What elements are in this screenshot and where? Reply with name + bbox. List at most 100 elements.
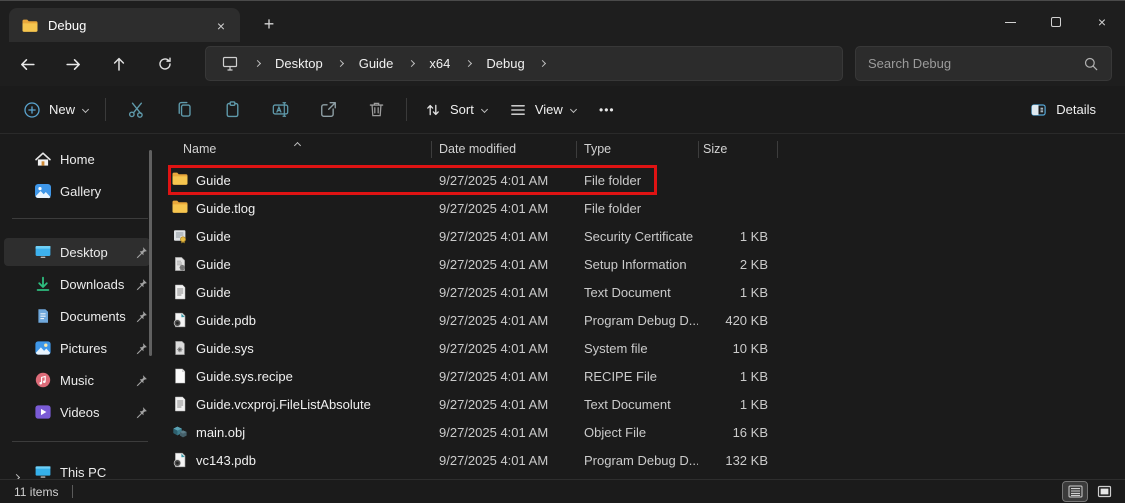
file-row-guide-txt[interactable]: Guide 9/27/2025 4:01 AM Text Document 1 … bbox=[160, 278, 1125, 306]
cut-button[interactable] bbox=[112, 93, 160, 127]
breadcrumb-desktop[interactable]: Desktop bbox=[264, 50, 334, 77]
details-pane-button[interactable]: Details bbox=[1018, 93, 1107, 127]
chevron-right-icon bbox=[253, 59, 261, 68]
sidebar-item-videos[interactable]: Videos bbox=[4, 398, 150, 426]
delete-button[interactable] bbox=[352, 93, 400, 127]
back-icon bbox=[20, 58, 35, 70]
sidebar-item-desktop[interactable]: Desktop bbox=[4, 238, 150, 266]
breadcrumb-debug[interactable]: Debug bbox=[475, 50, 535, 77]
file-date: 9/27/2025 4:01 AM bbox=[439, 312, 549, 328]
large-icons-view-button[interactable] bbox=[1092, 482, 1116, 501]
see-more-button[interactable]: ••• bbox=[587, 93, 627, 127]
file-name: main.obj bbox=[196, 424, 246, 440]
breadcrumb[interactable]: Desktop Guide x64 Debug bbox=[205, 46, 843, 81]
command-bar: New Sort View ••• Details bbox=[0, 86, 1125, 134]
sidebar-item-downloads[interactable]: Downloads bbox=[4, 270, 150, 298]
sidebar-scrollbar[interactable] bbox=[149, 150, 152, 356]
sort-ascending-icon bbox=[293, 137, 302, 151]
file-type: Program Debug D... bbox=[584, 312, 698, 328]
pictures-icon bbox=[34, 340, 52, 356]
chevron-down-icon bbox=[81, 105, 90, 114]
certificate-icon bbox=[172, 228, 188, 244]
close-button[interactable]: × bbox=[1079, 2, 1125, 42]
column-divider[interactable] bbox=[698, 141, 699, 158]
file-type: Text Document bbox=[584, 284, 671, 300]
home-icon bbox=[34, 151, 52, 167]
minimize-button[interactable] bbox=[987, 2, 1033, 42]
sidebar-item-gallery[interactable]: Gallery bbox=[4, 177, 150, 205]
new-button[interactable]: New bbox=[12, 93, 99, 127]
rename-icon bbox=[272, 102, 288, 117]
breadcrumb-chevron[interactable] bbox=[461, 50, 475, 77]
column-divider[interactable] bbox=[431, 141, 432, 158]
search-input[interactable] bbox=[868, 56, 1068, 71]
chevron-down-icon bbox=[569, 105, 577, 114]
file-type: File folder bbox=[584, 200, 642, 216]
breadcrumb-chevron[interactable] bbox=[536, 50, 550, 77]
column-header-size[interactable]: Size bbox=[698, 134, 777, 164]
scissors-icon bbox=[128, 102, 143, 118]
share-button[interactable] bbox=[304, 93, 352, 127]
this-pc-icon bbox=[34, 464, 52, 480]
refresh-button[interactable] bbox=[150, 49, 180, 79]
file-row-guide-inf[interactable]: Guide 9/27/2025 4:01 AM Setup Informatio… bbox=[160, 250, 1125, 278]
breadcrumb-chevron[interactable] bbox=[334, 50, 348, 77]
file-size: 132 KB bbox=[725, 452, 768, 468]
explorer-tab[interactable]: Debug × bbox=[9, 8, 240, 43]
tab-close-icon[interactable]: × bbox=[210, 15, 232, 37]
sidebar-item-home[interactable]: Home bbox=[4, 145, 150, 173]
file-name: Guide.sys.recipe bbox=[196, 368, 293, 384]
file-row-guide-folder[interactable]: Guide 9/27/2025 4:01 AM File folder bbox=[160, 166, 1125, 194]
file-row-main-obj[interactable]: main.obj 9/27/2025 4:01 AM Object File 1… bbox=[160, 418, 1125, 446]
rename-button[interactable] bbox=[256, 93, 304, 127]
file-name: Guide.vcxproj.FileListAbsolute bbox=[196, 396, 371, 412]
chevron-right-icon bbox=[337, 59, 345, 68]
paste-button[interactable] bbox=[208, 93, 256, 127]
items-count: 11 items bbox=[14, 484, 59, 499]
sidebar-item-label: Home bbox=[60, 151, 95, 167]
sort-button[interactable]: Sort bbox=[413, 93, 498, 127]
view-button-label: View bbox=[534, 102, 563, 117]
plus-circle-icon bbox=[24, 101, 40, 118]
sidebar-item-label: Pictures bbox=[60, 340, 107, 356]
back-button[interactable] bbox=[12, 49, 42, 79]
file-row-vc143-pdb[interactable]: vc143.pdb 9/27/2025 4:01 AM Program Debu… bbox=[160, 446, 1125, 474]
search-box bbox=[855, 46, 1112, 81]
sidebar-item-label: Downloads bbox=[60, 276, 125, 292]
breadcrumb-guide[interactable]: Guide bbox=[348, 50, 405, 77]
column-header-date-modified[interactable]: Date modified bbox=[431, 134, 576, 164]
sidebar-item-documents[interactable]: Documents bbox=[4, 302, 150, 330]
file-date: 9/27/2025 4:01 AM bbox=[439, 452, 549, 468]
file-type: Object File bbox=[584, 424, 647, 440]
column-divider[interactable] bbox=[576, 141, 577, 158]
breadcrumb-this-pc[interactable] bbox=[210, 50, 250, 77]
new-tab-button[interactable]: + bbox=[256, 11, 282, 37]
column-divider[interactable] bbox=[777, 141, 778, 158]
breadcrumb-chevron[interactable] bbox=[250, 50, 264, 77]
sidebar-item-music[interactable]: Music bbox=[4, 366, 150, 394]
file-type: RECIPE File bbox=[584, 368, 657, 384]
breadcrumb-x64[interactable]: x64 bbox=[418, 50, 461, 77]
sidebar: Home Gallery Desktop Downloads Documents… bbox=[0, 134, 160, 503]
copy-button[interactable] bbox=[160, 93, 208, 127]
file-date: 9/27/2025 4:01 AM bbox=[439, 340, 549, 356]
file-date: 9/27/2025 4:01 AM bbox=[439, 424, 549, 440]
file-size: 1 KB bbox=[739, 284, 768, 300]
up-button[interactable] bbox=[104, 49, 134, 79]
column-header-type[interactable]: Type bbox=[576, 134, 698, 164]
monitor-icon bbox=[222, 56, 238, 71]
pdb-file-icon bbox=[172, 312, 188, 328]
file-row-filelistabsolute[interactable]: Guide.vcxproj.FileListAbsolute 9/27/2025… bbox=[160, 390, 1125, 418]
breadcrumb-chevron[interactable] bbox=[404, 50, 418, 77]
file-type: Setup Information bbox=[584, 256, 687, 272]
file-row-guide-cert[interactable]: Guide 9/27/2025 4:01 AM Security Certifi… bbox=[160, 222, 1125, 250]
forward-button[interactable] bbox=[58, 49, 88, 79]
file-row-guide-recipe[interactable]: Guide.sys.recipe 9/27/2025 4:01 AM RECIP… bbox=[160, 362, 1125, 390]
file-row-guide-tlog[interactable]: Guide.tlog 9/27/2025 4:01 AM File folder bbox=[160, 194, 1125, 222]
sidebar-item-pictures[interactable]: Pictures bbox=[4, 334, 150, 362]
file-row-guide-pdb[interactable]: Guide.pdb 9/27/2025 4:01 AM Program Debu… bbox=[160, 306, 1125, 334]
maximize-button[interactable] bbox=[1033, 2, 1079, 42]
details-view-button[interactable] bbox=[1062, 481, 1088, 502]
view-button[interactable]: View bbox=[498, 93, 587, 127]
file-row-guide-sys[interactable]: Guide.sys 9/27/2025 4:01 AM System file … bbox=[160, 334, 1125, 362]
